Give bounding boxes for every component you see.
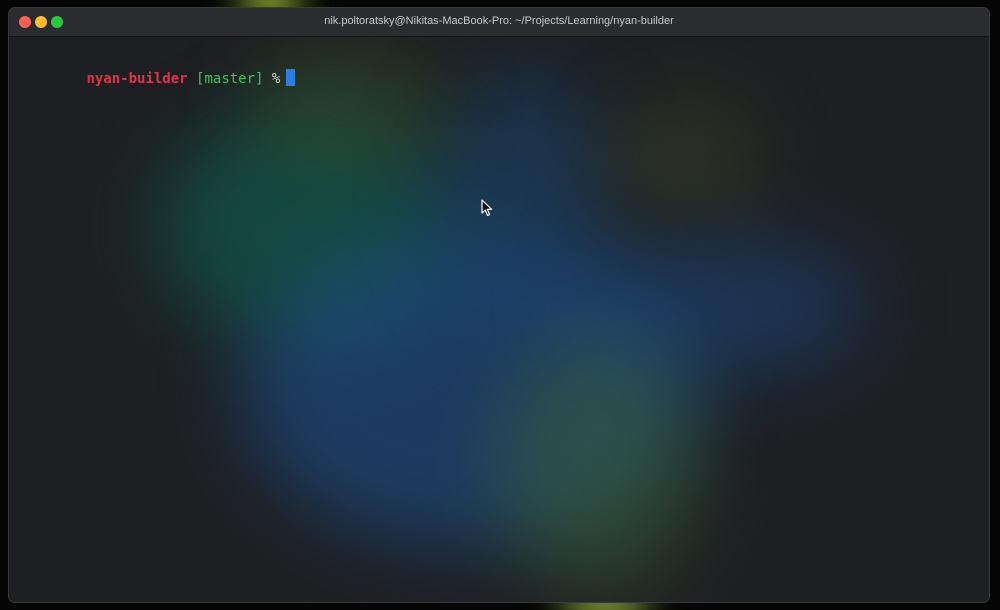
mouse-pointer-icon bbox=[481, 199, 493, 217]
window-titlebar[interactable]: nik.poltoratsky@Nikitas-MacBook-Pro: ~/P… bbox=[9, 8, 989, 37]
desktop-background: nik.poltoratsky@Nikitas-MacBook-Pro: ~/P… bbox=[0, 0, 1000, 610]
background-glow bbox=[569, 237, 869, 377]
background-glow bbox=[499, 337, 699, 597]
prompt-symbol: % bbox=[271, 71, 281, 87]
text-cursor bbox=[286, 69, 296, 86]
prompt-git-branch: [master] bbox=[196, 71, 264, 87]
background-glow bbox=[239, 237, 699, 547]
command-prompt[interactable]: nyan-builder [master] % bbox=[19, 51, 296, 106]
background-glow bbox=[159, 107, 459, 347]
prompt-directory: nyan-builder bbox=[86, 71, 188, 87]
terminal-content[interactable]: nyan-builder [master] % bbox=[9, 37, 989, 602]
background-glow bbox=[429, 67, 609, 327]
window-title: nik.poltoratsky@Nikitas-MacBook-Pro: ~/P… bbox=[324, 15, 674, 27]
background-glow bbox=[609, 97, 759, 217]
terminal-window[interactable]: nik.poltoratsky@Nikitas-MacBook-Pro: ~/P… bbox=[9, 8, 989, 602]
